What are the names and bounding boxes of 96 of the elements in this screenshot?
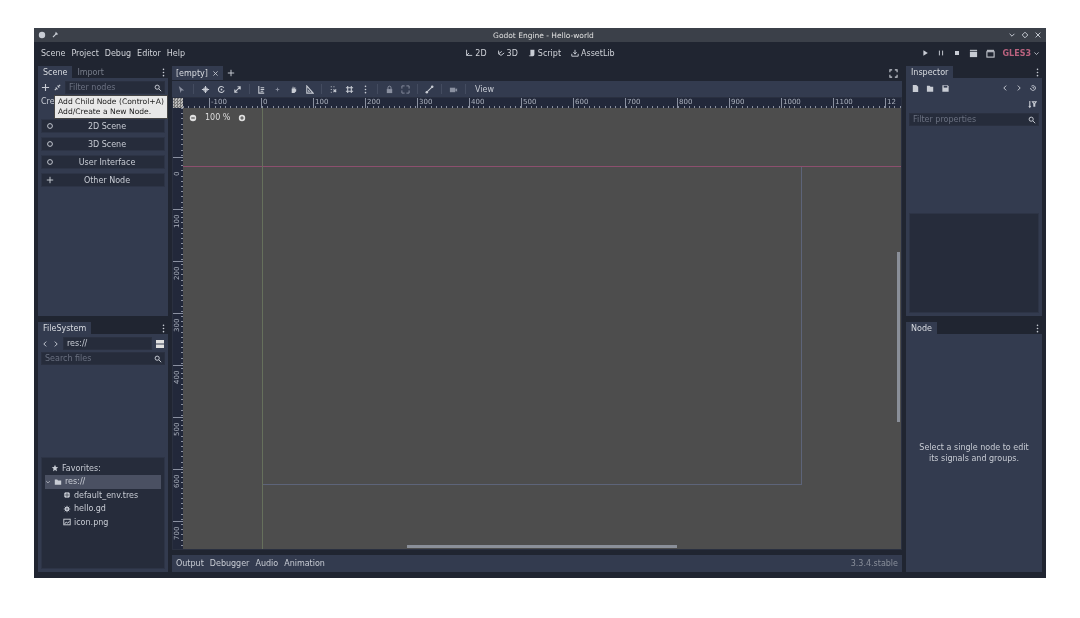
info-message: Select a single node to edit its signals and groups. [918,442,1030,465]
ruler-icon[interactable] [305,84,314,94]
axes-icon [465,49,474,57]
bottom-tab[interactable]: Output [176,559,204,568]
download-icon [571,49,580,57]
clapperboard-icon[interactable] [968,48,978,58]
search-icon [154,83,162,92]
zoom-in-icon[interactable] [238,113,247,122]
dock-tab[interactable]: Node [906,322,937,334]
clapperboard-icon[interactable] [985,48,995,58]
bone-icon[interactable] [425,84,434,94]
horizontal-scrollbar[interactable] [407,545,677,548]
circle-icon [46,122,54,130]
caret-icon [1033,49,1040,57]
search-icon [154,354,162,363]
circle-icon [46,158,54,166]
tree-item[interactable]: icon.png [57,515,161,529]
zoom-level[interactable]: 100 % [205,113,231,122]
history-icon[interactable] [1029,84,1037,92]
circle-icon [46,140,54,148]
maximize-icon[interactable] [1021,31,1029,39]
hand-icon[interactable] [289,84,298,94]
create-node-button[interactable]: Other Node [41,173,165,187]
vertical-scrollbar[interactable] [897,252,900,422]
forward-icon[interactable] [1015,84,1023,92]
close-icon[interactable] [211,69,219,77]
search-icon [1028,115,1036,124]
scale-icon[interactable] [233,84,242,94]
version-label: 3.3.4.stable [850,559,898,568]
tree-item[interactable]: Favorites: [45,461,161,475]
filter-field[interactable]: Filter nodes [65,81,165,94]
caret-icon[interactable] [45,478,51,485]
workspace-button[interactable]: 3D [494,47,520,59]
workspace-button[interactable]: AssetLib [569,47,617,59]
play-icon[interactable] [920,49,929,57]
list-icon[interactable] [257,84,266,94]
minimize-icon[interactable] [1008,31,1016,39]
menu-item[interactable]: Project [68,46,102,60]
globe-icon [63,491,71,500]
menu-item[interactable]: Help [163,46,188,60]
add-icon[interactable] [226,69,235,77]
create-node-button[interactable]: 3D Scene [41,137,165,151]
menu-item[interactable]: Scene [38,46,69,60]
back-icon[interactable] [1001,84,1009,92]
lock-icon[interactable] [385,84,394,94]
axes-icon [496,49,505,57]
image-icon [63,518,71,527]
app-icon [38,31,46,39]
snap-icon[interactable] [329,84,338,94]
rotate-icon[interactable] [217,84,226,94]
folder-icon[interactable] [926,83,935,93]
pin-icon[interactable] [51,31,59,39]
bottom-tab[interactable]: Debugger [209,559,250,568]
dock-tab[interactable]: Inspector [906,66,954,78]
ruler-corner [173,98,183,108]
menu-item[interactable]: Editor [134,46,164,60]
add-icon[interactable] [41,83,50,92]
create-node-button[interactable]: User Interface [41,155,165,169]
filter-field[interactable]: Filter properties [909,113,1039,126]
dock-tab[interactable]: Scene [38,66,73,78]
sort-icon[interactable] [1028,99,1037,109]
workspace-button[interactable]: Script [525,47,564,59]
tree-item[interactable]: res:// [45,475,161,489]
folder-icon [54,477,62,486]
section-label: Cre [41,96,55,108]
tree-item[interactable]: hello.gd [57,502,161,516]
renderer-dropdown[interactable]: GLES3 [1002,48,1040,58]
back-icon[interactable] [41,339,49,348]
fullscreen-icon[interactable] [889,68,898,78]
gear-icon [63,504,71,513]
close-icon[interactable] [1034,31,1042,39]
pause-icon[interactable] [936,49,945,57]
document-icon[interactable] [911,83,920,93]
save-icon[interactable] [941,83,950,93]
link-icon[interactable] [53,83,62,92]
search-field[interactable]: Search files [41,352,165,365]
dock-tab[interactable]: FileSystem [38,322,92,334]
star-icon [51,464,59,473]
bottom-tab[interactable]: Audio [255,559,279,568]
split-view-icon[interactable] [155,338,165,349]
grid-icon[interactable] [345,84,354,94]
bottom-tab[interactable]: Animation [284,559,325,568]
forward-icon[interactable] [52,339,60,348]
document-tab[interactable]: [empty] [172,66,223,80]
add-icon [46,176,54,184]
path-field[interactable]: res:// [63,337,152,350]
zoom-out-icon[interactable] [189,113,197,122]
workspace-button[interactable]: 2D [463,47,489,59]
view-menu[interactable]: View [473,84,496,94]
create-node-button[interactable]: 2D Scene [41,119,165,133]
tree-item[interactable]: default_env.tres [57,488,161,502]
menu-item[interactable]: Debug [101,46,135,60]
pointer-icon[interactable] [177,84,186,94]
move-icon[interactable] [201,84,210,94]
dock-tab[interactable]: Import [72,66,109,78]
scroll-icon [527,49,536,57]
